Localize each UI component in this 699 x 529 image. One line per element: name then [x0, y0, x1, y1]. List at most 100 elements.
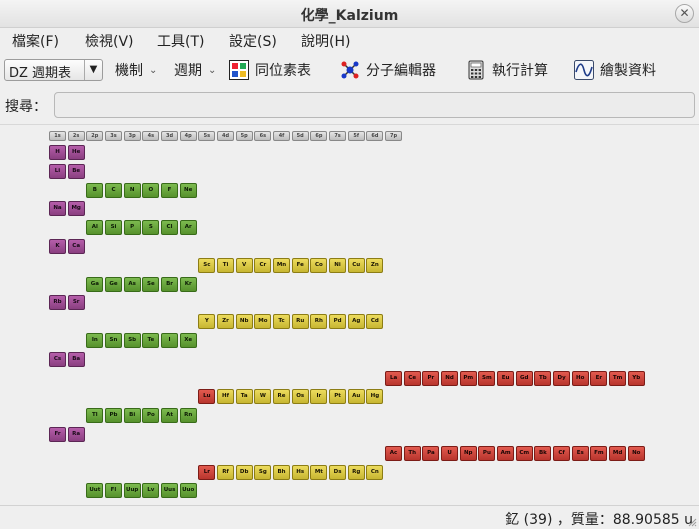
- element-cell[interactable]: W: [254, 389, 272, 405]
- element-cell[interactable]: Rh: [310, 314, 328, 330]
- element-cell[interactable]: Np: [459, 445, 477, 461]
- element-cell[interactable]: Pr: [422, 370, 440, 386]
- element-cell[interactable]: Ti: [217, 257, 235, 273]
- element-cell[interactable]: Pu: [478, 445, 496, 461]
- element-cell[interactable]: In: [86, 333, 104, 348]
- element-cell[interactable]: Kr: [179, 276, 197, 292]
- menu-tools[interactable]: 工具(T): [157, 31, 204, 51]
- element-cell[interactable]: Na: [49, 201, 66, 217]
- element-cell[interactable]: Fe: [291, 257, 309, 273]
- element-cell[interactable]: Ga: [86, 276, 104, 292]
- element-cell[interactable]: Ne: [179, 182, 197, 198]
- element-cell[interactable]: Dy: [553, 370, 571, 386]
- element-cell[interactable]: Rn: [179, 408, 197, 424]
- element-cell[interactable]: Mo: [254, 314, 272, 330]
- element-cell[interactable]: Bk: [534, 445, 552, 461]
- element-cell[interactable]: H: [49, 145, 66, 160]
- element-cell[interactable]: Lv: [142, 483, 160, 499]
- element-cell[interactable]: Ca: [67, 239, 85, 254]
- element-cell[interactable]: Hs: [291, 464, 309, 480]
- element-cell[interactable]: Tm: [609, 370, 627, 386]
- element-cell[interactable]: Uut: [86, 483, 104, 499]
- element-cell[interactable]: Pm: [459, 370, 477, 386]
- element-cell[interactable]: C: [105, 182, 122, 198]
- element-cell[interactable]: As: [123, 276, 141, 292]
- element-cell[interactable]: Sc: [198, 257, 216, 273]
- element-cell[interactable]: Cm: [515, 445, 533, 461]
- element-cell[interactable]: Tb: [534, 370, 552, 386]
- element-cell[interactable]: Eu: [497, 370, 515, 386]
- element-cell[interactable]: Ta: [235, 389, 253, 405]
- element-cell[interactable]: Ds: [329, 464, 347, 480]
- element-cell[interactable]: Rg: [347, 464, 365, 480]
- element-cell[interactable]: Th: [403, 445, 421, 461]
- element-cell[interactable]: Br: [161, 276, 179, 292]
- element-cell[interactable]: Co: [310, 257, 328, 273]
- element-cell[interactable]: Zn: [366, 257, 384, 273]
- element-cell[interactable]: Os: [291, 389, 309, 405]
- element-cell[interactable]: Cu: [347, 257, 365, 273]
- element-cell[interactable]: Fm: [590, 445, 608, 461]
- element-cell[interactable]: Sn: [105, 333, 122, 348]
- element-cell[interactable]: Uup: [123, 483, 141, 499]
- element-cell[interactable]: Nd: [441, 370, 459, 386]
- element-cell[interactable]: Ge: [105, 276, 122, 292]
- element-cell[interactable]: Po: [142, 408, 160, 424]
- element-cell[interactable]: Mg: [67, 201, 85, 217]
- element-cell[interactable]: No: [627, 445, 645, 461]
- element-cell[interactable]: Rb: [49, 295, 66, 311]
- element-cell[interactable]: Re: [273, 389, 291, 405]
- element-cell[interactable]: P: [123, 220, 141, 236]
- element-cell[interactable]: S: [142, 220, 160, 236]
- close-icon[interactable]: ✕: [675, 4, 694, 23]
- element-cell[interactable]: N: [123, 182, 141, 198]
- element-cell[interactable]: La: [385, 370, 403, 386]
- element-cell[interactable]: Yb: [627, 370, 645, 386]
- element-cell[interactable]: Tc: [273, 314, 291, 330]
- element-cell[interactable]: Ar: [179, 220, 197, 236]
- molecule-editor-button[interactable]: 分子編輯器: [340, 60, 436, 80]
- menu-settings[interactable]: 設定(S): [229, 31, 277, 51]
- element-cell[interactable]: Mn: [273, 257, 291, 273]
- element-cell[interactable]: V: [235, 257, 253, 273]
- element-cell[interactable]: Al: [86, 220, 104, 236]
- element-cell[interactable]: Lr: [198, 464, 216, 480]
- search-input[interactable]: [54, 92, 695, 118]
- element-cell[interactable]: Hg: [366, 389, 384, 405]
- element-cell[interactable]: Cd: [366, 314, 384, 330]
- element-cell[interactable]: I: [161, 333, 179, 348]
- element-cell[interactable]: B: [86, 182, 104, 198]
- element-cell[interactable]: Cr: [254, 257, 272, 273]
- element-cell[interactable]: Pt: [329, 389, 347, 405]
- element-cell[interactable]: Bi: [123, 408, 141, 424]
- element-cell[interactable]: Am: [497, 445, 515, 461]
- element-cell[interactable]: Lu: [198, 389, 216, 405]
- element-cell[interactable]: U: [441, 445, 459, 461]
- element-cell[interactable]: Nb: [235, 314, 253, 330]
- element-cell[interactable]: Pd: [329, 314, 347, 330]
- element-cell[interactable]: At: [161, 408, 179, 424]
- element-cell[interactable]: Uus: [161, 483, 179, 499]
- element-cell[interactable]: Rf: [217, 464, 235, 480]
- element-cell[interactable]: Sm: [478, 370, 496, 386]
- element-cell[interactable]: F: [161, 182, 179, 198]
- element-cell[interactable]: Te: [142, 333, 160, 348]
- element-cell[interactable]: Sb: [123, 333, 141, 348]
- element-cell[interactable]: Cf: [553, 445, 571, 461]
- element-cell[interactable]: Ir: [310, 389, 328, 405]
- mechanism-button[interactable]: 機制 ⌄: [115, 60, 157, 80]
- element-cell[interactable]: K: [49, 239, 66, 254]
- element-cell[interactable]: Cl: [161, 220, 179, 236]
- element-cell[interactable]: Hf: [217, 389, 235, 405]
- calculate-button[interactable]: 執行計算: [466, 60, 548, 80]
- element-cell[interactable]: Si: [105, 220, 122, 236]
- element-cell[interactable]: Ni: [329, 257, 347, 273]
- element-cell[interactable]: Fr: [49, 427, 66, 442]
- element-cell[interactable]: Li: [49, 163, 66, 179]
- element-cell[interactable]: Au: [347, 389, 365, 405]
- element-cell[interactable]: Sr: [67, 295, 85, 311]
- element-cell[interactable]: Be: [67, 163, 85, 179]
- element-cell[interactable]: Zr: [217, 314, 235, 330]
- element-cell[interactable]: Ac: [385, 445, 403, 461]
- menu-help[interactable]: 說明(H): [301, 31, 350, 51]
